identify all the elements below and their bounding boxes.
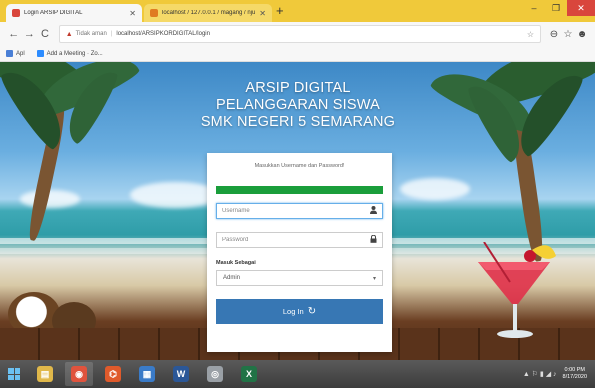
office-icon: ⌬ bbox=[105, 366, 121, 382]
tab-login-arsip[interactable]: Login ARSIP DIGITAL ✕ bbox=[6, 4, 142, 22]
taskbar-excel[interactable]: X bbox=[235, 362, 263, 386]
password-field[interactable] bbox=[216, 232, 383, 248]
progress-fill bbox=[216, 186, 383, 194]
reload-button[interactable]: C bbox=[37, 28, 53, 40]
not-secure-icon: ▲ bbox=[65, 30, 73, 38]
page-title: ARSIP DIGITAL PELANGGARAN SISWA SMK NEGE… bbox=[198, 80, 398, 131]
login-button-label: Log In bbox=[282, 307, 304, 316]
maximize-button[interactable]: ❐ bbox=[545, 0, 567, 16]
taskbar-file-explorer[interactable]: ▤ bbox=[31, 362, 59, 386]
address-separator: | bbox=[110, 31, 113, 37]
cloud-decoration bbox=[400, 178, 470, 200]
title-line-1: ARSIP DIGITAL bbox=[245, 80, 351, 96]
taskbar-disc[interactable]: ◎ bbox=[201, 362, 229, 386]
role-label: Masuk Sebagai bbox=[216, 260, 256, 266]
new-tab-button[interactable]: + bbox=[276, 4, 284, 18]
tray-icons[interactable]: ▲ ⚐ ▮ ◢ ♪ bbox=[523, 370, 557, 378]
lock-icon bbox=[370, 234, 377, 245]
close-window-button[interactable]: ✕ bbox=[567, 0, 595, 16]
account-icon[interactable]: ☻ bbox=[575, 29, 589, 40]
toolbar-actions: ⊖ ☆ ☻ bbox=[547, 29, 589, 40]
tab-close-icon[interactable]: ✕ bbox=[129, 9, 136, 18]
tab-favicon-icon bbox=[12, 9, 20, 17]
excel-icon: X bbox=[241, 366, 257, 382]
apps-grid-icon bbox=[6, 50, 13, 57]
browser-toolbar: ← → C ▲ Tidak aman | localhost/ARSIPKORD… bbox=[0, 22, 595, 46]
forward-button[interactable]: → bbox=[22, 28, 38, 40]
taskbar-clock[interactable]: 0:00 PM 8/17/2020 bbox=[563, 367, 587, 381]
zoom-logo-icon bbox=[36, 50, 44, 57]
bookmark-label: Add a Meeting · Zo... bbox=[46, 50, 103, 57]
taskbar-chrome[interactable]: ◉ bbox=[65, 362, 93, 386]
word-icon: W bbox=[173, 366, 189, 382]
chevron-down-icon: ▾ bbox=[372, 275, 376, 282]
bookmark-label: Apl bbox=[16, 50, 25, 57]
login-instruction: Masukkan Username dan Password! bbox=[254, 163, 345, 169]
title-line-3: SMK NEGERI 5 SEMARANG bbox=[200, 114, 396, 130]
disc-icon: ◎ bbox=[207, 366, 223, 382]
star-icon[interactable]: ☆ bbox=[561, 29, 575, 40]
minimize-button[interactable]: – bbox=[523, 0, 545, 16]
username-field[interactable] bbox=[216, 203, 383, 219]
title-line-2: PELANGGARAN SISWA bbox=[215, 97, 380, 113]
bookmarks-bar: Apl Add a Meeting · Zo... bbox=[0, 46, 595, 62]
username-input[interactable] bbox=[222, 208, 370, 214]
login-button[interactable]: Log In ↻ bbox=[216, 299, 383, 324]
tab-close-icon[interactable]: ✕ bbox=[259, 9, 266, 18]
start-button[interactable] bbox=[0, 360, 28, 388]
bookmark-apps[interactable]: Apl bbox=[6, 50, 25, 57]
cocktail-glass-icon bbox=[478, 242, 556, 338]
taskbar-calculator[interactable]: ▦ bbox=[133, 362, 161, 386]
windows-taskbar: ▤ ◉ ⌬ ▦ W ◎ X ▲ ⚐ ▮ ◢ ♪ 0:00 PM 8/17/202… bbox=[0, 360, 595, 388]
login-arrow-icon: ↻ bbox=[307, 306, 317, 317]
login-card: Masukkan Username dan Password! Masuk Se… bbox=[207, 153, 392, 352]
chrome-icon: ◉ bbox=[71, 366, 87, 382]
back-button[interactable]: ← bbox=[6, 28, 22, 40]
user-icon bbox=[370, 206, 377, 216]
taskbar-office[interactable]: ⌬ bbox=[99, 362, 127, 386]
windows-logo-icon bbox=[8, 368, 20, 380]
progress-bar bbox=[216, 186, 383, 194]
role-select[interactable]: Admin ▾ bbox=[216, 270, 383, 286]
bookmark-star-icon[interactable]: ☆ bbox=[527, 30, 534, 39]
page-viewport: ARSIP DIGITAL PELANGGARAN SISWA SMK NEGE… bbox=[0, 62, 595, 360]
url-text[interactable]: localhost/ARSIPKORDIGITAL/login bbox=[116, 31, 518, 37]
folder-icon: ▤ bbox=[37, 366, 53, 382]
cloud-decoration bbox=[20, 190, 80, 208]
tab-title: Login ARSIP DIGITAL bbox=[24, 10, 83, 16]
tab-title: localhost / 127.0.0.1 / magang / nju bbox=[162, 10, 256, 16]
role-selected-value: Admin bbox=[223, 275, 241, 281]
tab-phpmyadmin[interactable]: localhost / 127.0.0.1 / magang / nju ✕ bbox=[144, 4, 272, 22]
taskbar-word[interactable]: W bbox=[167, 362, 195, 386]
bookmark-zoom-meeting[interactable]: Add a Meeting · Zo... bbox=[36, 50, 103, 57]
window-controls: – ❐ ✕ bbox=[523, 0, 595, 16]
browser-titlebar: Login ARSIP DIGITAL ✕ localhost / 127.0.… bbox=[0, 0, 595, 22]
address-bar[interactable]: ▲ Tidak aman | localhost/ARSIPKORDIGITAL… bbox=[58, 25, 541, 43]
tab-favicon-icon bbox=[150, 9, 158, 17]
zoom-icon[interactable]: ⊖ bbox=[547, 29, 561, 40]
system-tray: ▲ ⚐ ▮ ◢ ♪ 0:00 PM 8/17/2020 bbox=[523, 367, 595, 381]
password-input[interactable] bbox=[222, 237, 370, 243]
clock-date: 8/17/2020 bbox=[562, 374, 587, 380]
calculator-icon: ▦ bbox=[139, 366, 155, 382]
clock-time: 0:00 PM bbox=[564, 367, 585, 373]
security-label: Tidak aman bbox=[75, 31, 107, 37]
